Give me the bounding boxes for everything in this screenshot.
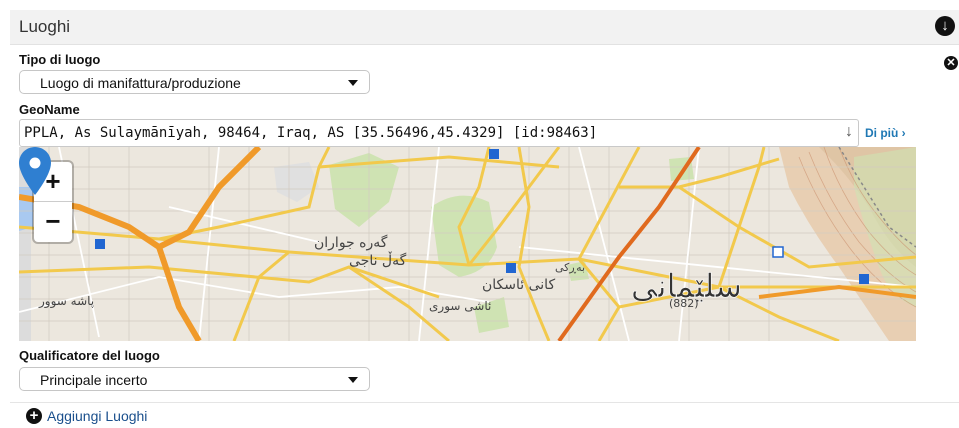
plus-circle-icon[interactable]: + xyxy=(26,408,42,424)
add-places-link[interactable]: Aggiungi Luoghi xyxy=(47,408,147,424)
place-type-label: Tipo di luogo xyxy=(19,52,101,67)
zoom-out-button[interactable]: − xyxy=(34,202,72,241)
qualifier-value: Principale incerto xyxy=(40,372,148,388)
district-label: پاشە سوور xyxy=(38,294,94,309)
chevron-down-icon xyxy=(348,377,358,383)
district-label: کانی ئاسکان xyxy=(482,277,555,293)
qualifier-select[interactable]: Principale incerto xyxy=(19,367,370,391)
parking-icon xyxy=(506,263,516,273)
district-label: گەرە جواران xyxy=(314,234,388,251)
map-view[interactable]: سلێمانی کانی ئاسکان بەڕکی گەڵ ناجی گەرە … xyxy=(19,147,916,341)
geoname-input[interactable]: PPLA, As Sulaymānīyah, 98464, Iraq, AS [… xyxy=(19,119,859,147)
geoname-label: GeoName xyxy=(19,102,80,117)
section-header: Luoghi xyxy=(10,10,959,45)
district-label: ئاشی سوری xyxy=(429,299,491,314)
parking-icon xyxy=(489,149,499,159)
map-marker-icon[interactable] xyxy=(19,147,51,195)
more-link[interactable]: Di più › xyxy=(865,126,906,140)
district-label: گەڵ ناجی xyxy=(349,251,407,269)
place-type-value: Luogo di manifattura/produzione xyxy=(40,75,241,91)
district-label: بەڕکی xyxy=(555,261,585,274)
number-badge: (882) xyxy=(669,297,699,310)
qualifier-label: Qualificatore del luogo xyxy=(19,348,160,363)
geoname-value: PPLA, As Sulaymānīyah, 98464, Iraq, AS [… xyxy=(24,125,598,141)
place-type-select[interactable]: Luogo di manifattura/produzione xyxy=(19,70,370,94)
arrow-down-circle-icon[interactable]: ↓ xyxy=(935,16,955,36)
section-title: Luoghi xyxy=(19,17,71,36)
chevron-down-icon xyxy=(348,80,358,86)
divider xyxy=(10,402,959,403)
parking-icon xyxy=(859,274,869,284)
down-arrow-icon[interactable]: ↓ xyxy=(845,123,853,141)
map-tiles: سلێمانی کانی ئاسکان بەڕکی گەڵ ناجی گەرە … xyxy=(19,147,916,341)
close-circle-icon[interactable]: ✕ xyxy=(944,56,958,70)
parking-icon xyxy=(95,239,105,249)
